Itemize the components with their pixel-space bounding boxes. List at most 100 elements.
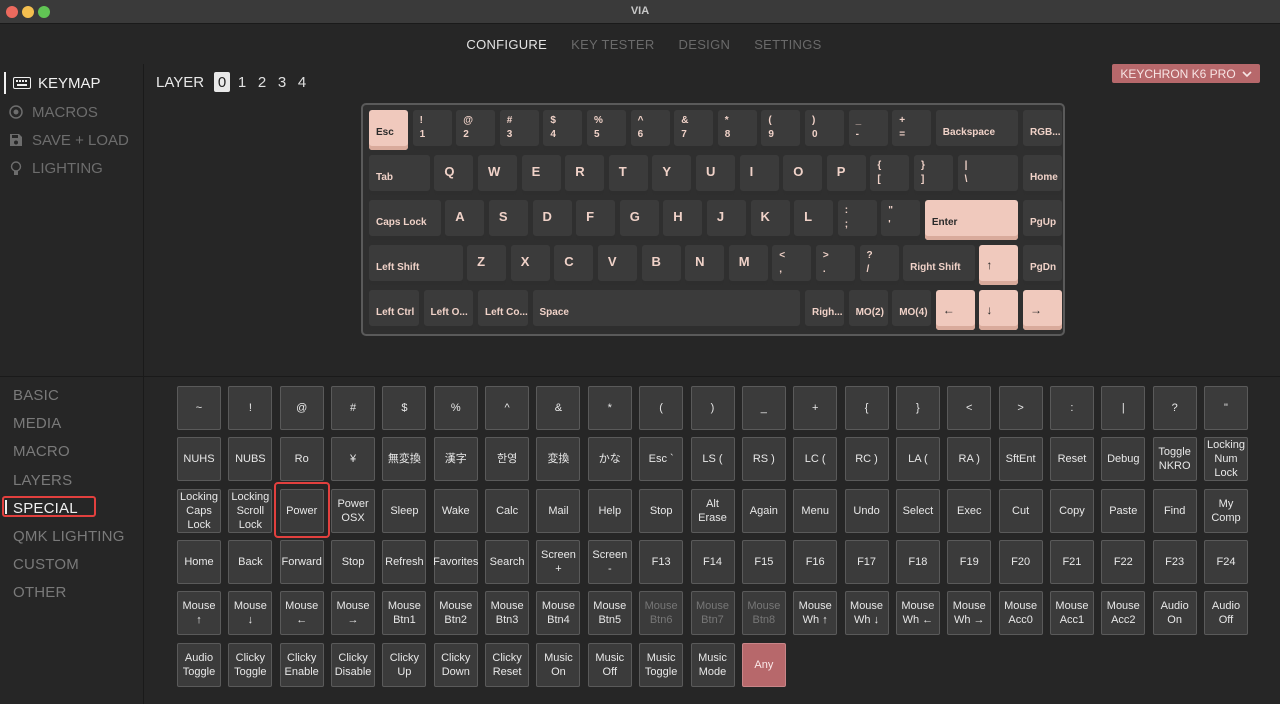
sidebar-item-keymap[interactable]: KEYMAP bbox=[4, 72, 101, 94]
key-z-3-1[interactable]: Z bbox=[467, 245, 507, 285]
keycode-audio-on-4-19[interactable]: Audio On bbox=[1152, 591, 1197, 636]
keycode-stop-3-3[interactable]: Stop bbox=[331, 539, 376, 584]
keycode-f24-3-20[interactable]: F24 bbox=[1204, 539, 1248, 584]
key-e-1-3[interactable]: E bbox=[521, 155, 561, 195]
key-g-2-5[interactable]: G bbox=[619, 200, 659, 240]
keycode-select-2-14[interactable]: Select bbox=[895, 488, 940, 533]
key-left-o-4-1[interactable]: Left O... bbox=[423, 290, 474, 330]
keycode-symbol-0-2[interactable]: @ bbox=[279, 386, 324, 430]
keycode-symbol-0-15[interactable]: < bbox=[947, 386, 992, 430]
keycode-mouse-btn8-4-11[interactable]: Mouse Btn8 bbox=[741, 591, 786, 636]
keycode-symbol-0-7[interactable]: & bbox=[536, 386, 581, 430]
keycode-back-3-1[interactable]: Back bbox=[228, 539, 273, 584]
keycode-clicky-up-5-4[interactable]: Clicky Up bbox=[382, 642, 427, 687]
keyboard-select-dropdown[interactable]: KEYCHRON K6 PRO bbox=[1112, 64, 1260, 83]
key-space-4-3[interactable]: Space bbox=[532, 290, 801, 330]
key-n-3-6[interactable]: N bbox=[685, 245, 725, 285]
tab-design[interactable]: DESIGN bbox=[679, 37, 731, 52]
key-m-3-7[interactable]: M bbox=[728, 245, 768, 285]
keycode-audio-off-4-20[interactable]: Audio Off bbox=[1204, 591, 1248, 636]
keycode-symbol-0-4[interactable]: $ bbox=[382, 386, 427, 430]
keycode-symbol-0-8[interactable]: * bbox=[587, 386, 632, 430]
tab-key-tester[interactable]: KEY TESTER bbox=[571, 37, 654, 52]
keycode-symbol-1-4[interactable]: 無変換 bbox=[382, 437, 427, 482]
keycode-symbol-1-3[interactable]: ¥ bbox=[331, 437, 376, 482]
key-symbol-0-11[interactable]: _ - bbox=[848, 110, 888, 150]
key-k-2-8[interactable]: K bbox=[750, 200, 790, 240]
key-p-1-10[interactable]: P bbox=[826, 155, 866, 195]
key-s-2-2[interactable]: S bbox=[488, 200, 528, 240]
keycode-mouse-acc2-4-18[interactable]: Mouse Acc2 bbox=[1101, 591, 1146, 636]
keycode-toggle-nkro-1-19[interactable]: Toggle NKRO bbox=[1152, 437, 1197, 482]
keycode-f20-3-16[interactable]: F20 bbox=[998, 539, 1043, 584]
keycode-ro-1-2[interactable]: Ro bbox=[279, 437, 324, 482]
keycode-music-off-5-8[interactable]: Music Off bbox=[587, 642, 632, 687]
keycode-symbol-1-5[interactable]: 漢字 bbox=[433, 437, 478, 482]
layer-0-button[interactable]: 0 bbox=[214, 72, 231, 92]
keycode-any-5-11[interactable]: Any bbox=[741, 642, 786, 687]
key-8-0-8[interactable]: * 8 bbox=[717, 110, 757, 150]
keycode-mouse-wh-4-15[interactable]: Mouse Wh → bbox=[947, 591, 992, 636]
keycode-symbol-0-14[interactable]: } bbox=[895, 386, 940, 430]
key-4-0-4[interactable]: $4 bbox=[543, 110, 583, 150]
keycode-mouse-btn1-4-4[interactable]: Mouse Btn1 bbox=[382, 591, 427, 636]
keycode-stop-2-9[interactable]: Stop bbox=[639, 488, 684, 533]
keycode-symbol-0-9[interactable]: ( bbox=[639, 386, 684, 430]
keycode-f18-3-14[interactable]: F18 bbox=[895, 539, 940, 584]
key-symbol-1-11[interactable]: {[ bbox=[870, 155, 910, 195]
keycode-mouse-4-2[interactable]: Mouse ← bbox=[279, 591, 324, 636]
keycode-calc-2-6[interactable]: Calc bbox=[485, 488, 530, 533]
key-6-0-6[interactable]: ^ 6 bbox=[630, 110, 670, 150]
keycode-forward-3-2[interactable]: Forward bbox=[279, 539, 324, 584]
key-symbol-3-8[interactable]: <, bbox=[772, 245, 812, 285]
keycode-alt-erase-2-10[interactable]: Alt Erase bbox=[690, 488, 735, 533]
key-symbol-1-12[interactable]: }] bbox=[914, 155, 953, 195]
category-media[interactable]: MEDIA bbox=[13, 415, 62, 432]
key-b-3-5[interactable]: B bbox=[641, 245, 681, 285]
keycode-screen-3-8[interactable]: Screen - bbox=[587, 539, 632, 584]
keycode-debug-1-18[interactable]: Debug bbox=[1101, 437, 1146, 482]
key-mo-2-4-5[interactable]: MO(2) bbox=[848, 290, 888, 330]
keycode-f16-3-12[interactable]: F16 bbox=[793, 539, 838, 584]
keycode-f23-3-19[interactable]: F23 bbox=[1152, 539, 1197, 584]
key-h-2-6[interactable]: H bbox=[663, 200, 703, 240]
keycode-symbol-1-6[interactable]: 한영 bbox=[485, 437, 530, 482]
keycode-mouse-wh-4-13[interactable]: Mouse Wh ↓ bbox=[844, 591, 889, 636]
keycode-rs-1-11[interactable]: RS ) bbox=[741, 437, 786, 482]
keycode-symbol-1-7[interactable]: 変換 bbox=[536, 437, 581, 482]
keycode-locking-num-lock-1-20[interactable]: Locking Num Lock bbox=[1204, 437, 1248, 482]
keycode-symbol-0-3[interactable]: # bbox=[331, 386, 376, 430]
keycode-f13-3-9[interactable]: F13 bbox=[639, 539, 684, 584]
layer-1-button[interactable]: 1 bbox=[234, 72, 250, 92]
keycode-mouse-btn3-4-6[interactable]: Mouse Btn3 bbox=[485, 591, 530, 636]
keycode-clicky-toggle-5-1[interactable]: Clicky Toggle bbox=[228, 642, 273, 687]
keycode-mouse-wh-4-12[interactable]: Mouse Wh ↑ bbox=[793, 591, 838, 636]
keycode-symbol-0-17[interactable]: : bbox=[1049, 386, 1094, 430]
key-f-2-4[interactable]: F bbox=[576, 200, 616, 240]
key-symbol-2-11[interactable]: " ' bbox=[881, 200, 921, 240]
key-symbol-4-7[interactable]: ← bbox=[935, 290, 975, 330]
key-r-1-4[interactable]: R bbox=[565, 155, 605, 195]
keycode-locking-scroll-lock-2-1[interactable]: Locking Scroll Lock bbox=[228, 488, 273, 533]
keycode-symbol-0-10[interactable]: ) bbox=[690, 386, 735, 430]
sidebar-item-macros[interactable]: MACROS bbox=[6, 101, 98, 123]
key-1-0-1[interactable]: ! 1 bbox=[412, 110, 452, 150]
key-0-0-10[interactable]: ) 0 bbox=[805, 110, 844, 150]
keycode-mouse-btn2-4-5[interactable]: Mouse Btn2 bbox=[433, 591, 478, 636]
key-i-1-8[interactable]: I bbox=[739, 155, 779, 195]
keycode-f17-3-13[interactable]: F17 bbox=[844, 539, 889, 584]
key-9-0-9[interactable]: (9 bbox=[761, 110, 801, 150]
keycode-undo-2-13[interactable]: Undo bbox=[844, 488, 889, 533]
key-right-shift-3-11[interactable]: Right Shift bbox=[903, 245, 975, 285]
keycode-symbol-0-11[interactable]: _ bbox=[741, 386, 786, 430]
keycode-locking-caps-lock-2-0[interactable]: Locking Caps Lock bbox=[177, 488, 221, 533]
key-pgup-2-13[interactable]: PgUp bbox=[1023, 200, 1062, 240]
keycode-esc-1-9[interactable]: Esc ` bbox=[639, 437, 684, 482]
layer-4-button[interactable]: 4 bbox=[294, 72, 310, 92]
category-qmk-lighting[interactable]: QMK LIGHTING bbox=[13, 528, 125, 545]
keycode-f19-3-15[interactable]: F19 bbox=[947, 539, 992, 584]
key-left-co-4-2[interactable]: Left Co... bbox=[478, 290, 528, 330]
keycode-search-3-6[interactable]: Search bbox=[485, 539, 530, 584]
keycode-rc-1-13[interactable]: RC ) bbox=[844, 437, 889, 482]
key-symbol-1-13[interactable]: | \ bbox=[957, 155, 1019, 195]
